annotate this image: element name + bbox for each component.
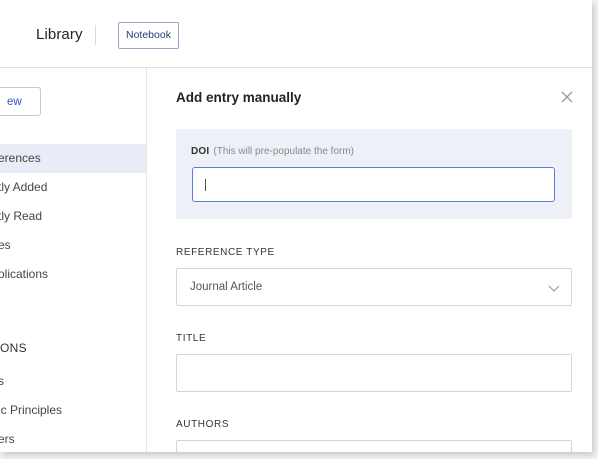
sidebar-item-label: tly Read xyxy=(0,209,43,223)
authors-label: AUTHORS xyxy=(176,419,230,430)
sidebar-item-label: erences xyxy=(0,151,41,165)
sidebar-item-label: tly Added xyxy=(0,180,48,194)
header-divider xyxy=(95,25,96,45)
reference-type-label: REFERENCE TYPE xyxy=(176,247,275,258)
close-icon[interactable] xyxy=(558,88,576,106)
page-title: Library xyxy=(36,26,83,43)
collection-item[interactable]: ers xyxy=(0,425,146,452)
doi-hint: (This will pre-populate the form) xyxy=(213,146,354,157)
sidebar-item-favorites[interactable]: es xyxy=(0,231,146,260)
collections-heading: ONS xyxy=(0,341,27,355)
title-label: TITLE xyxy=(176,333,207,344)
doi-label: DOI (This will pre-populate the form) xyxy=(191,146,354,157)
notebook-button[interactable]: Notebook xyxy=(118,22,179,49)
text-caret xyxy=(205,179,206,191)
top-bar: Library Notebook xyxy=(0,0,592,68)
sidebar-item-label: es xyxy=(0,238,11,252)
new-button[interactable]: ew xyxy=(0,87,41,116)
collection-item-label: ic Principles xyxy=(0,403,63,417)
title-input[interactable] xyxy=(176,354,572,392)
reference-type-value: Journal Article xyxy=(190,281,263,293)
doi-panel: DOI (This will pre-populate the form) xyxy=(176,129,572,219)
sidebar-item-recently-added[interactable]: tly Added xyxy=(0,173,146,202)
sidebar-item-references[interactable]: erences xyxy=(0,144,146,173)
sidebar-item-my-publications[interactable]: olications xyxy=(0,260,146,289)
sidebar-item-recently-read[interactable]: tly Read xyxy=(0,202,146,231)
sidebar-item-label: olications xyxy=(0,267,49,281)
dialog-title: Add entry manually xyxy=(176,90,302,105)
chevron-down-icon xyxy=(548,285,560,292)
reference-type-select[interactable]: Journal Article xyxy=(176,268,572,306)
authors-input[interactable] xyxy=(176,440,572,452)
collection-item-label: ers xyxy=(0,432,15,446)
collection-item[interactable]: s xyxy=(0,367,146,396)
collection-item-label: s xyxy=(0,374,4,388)
doi-label-text: DOI xyxy=(191,146,210,157)
doi-input[interactable] xyxy=(192,167,555,202)
collection-item[interactable]: ic Principles xyxy=(0,396,146,425)
sidebar: ew erences tly Added tly Read es olicati… xyxy=(0,68,147,452)
add-entry-panel: Add entry manually DOI (This will pre-pop… xyxy=(147,68,592,452)
app-window: Library Notebook ew erences tly Added tl… xyxy=(0,0,592,452)
